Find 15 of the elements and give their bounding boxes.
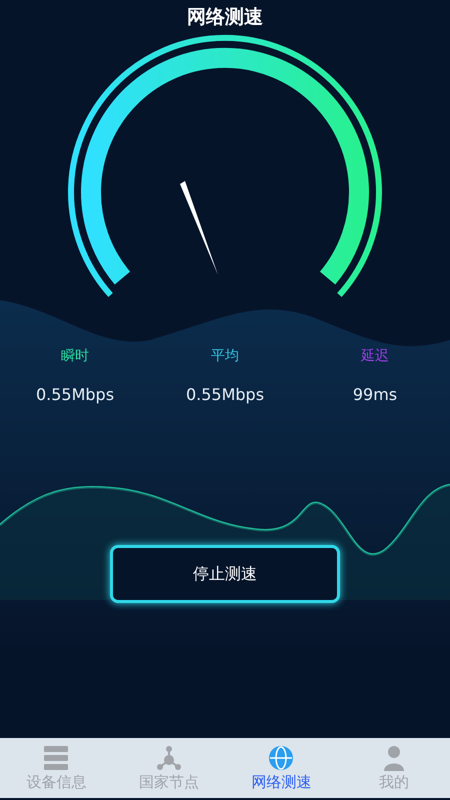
nav-tab[interactable]: 设备信息 xyxy=(0,738,112,798)
stat-value: 0.55Mbps xyxy=(184,384,266,406)
stat-label: 瞬时 xyxy=(60,347,90,366)
stop-test-button[interactable]: 停止测速 xyxy=(110,545,340,603)
network-nodes-icon xyxy=(156,744,182,771)
stat-value: 99ms xyxy=(352,384,398,406)
stat-label: 延迟 xyxy=(360,347,390,366)
server-icon xyxy=(43,744,70,771)
nav-tab[interactable]: 我的 xyxy=(338,738,450,798)
stat-value: 0.55Mbps xyxy=(34,384,116,406)
globe-icon xyxy=(268,744,294,771)
nav-tab[interactable]: 国家节点 xyxy=(112,738,225,798)
screen-title: 网络测速 xyxy=(186,5,264,30)
nav-tab[interactable]: 网络测速 xyxy=(225,738,338,798)
stat-label: 平均 xyxy=(210,347,240,366)
